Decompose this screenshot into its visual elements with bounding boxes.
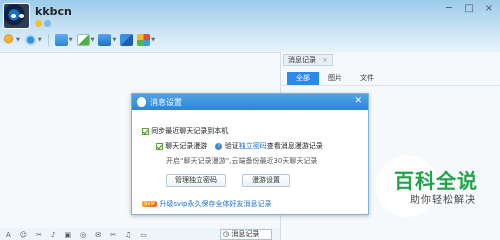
mail-icon[interactable]: ✉	[95, 231, 101, 239]
chevron-down-icon: ▼	[151, 37, 156, 43]
share-screen-button[interactable]: ▼	[98, 34, 116, 46]
contact-name: kkbcn	[35, 5, 72, 18]
message-record-button[interactable]: ◷ 消息记录	[220, 229, 272, 240]
independent-password-link[interactable]: 独立密码	[239, 142, 267, 150]
roaming-description: 开启“聊天记录漫游”,云端备份最近30天聊天记录	[166, 157, 318, 165]
verify-prefix: 验证	[224, 142, 239, 150]
clock-icon: ◷	[223, 230, 230, 238]
status-badges	[35, 20, 51, 27]
qq-penguin-icon	[137, 97, 146, 107]
camera-icon	[23, 34, 37, 46]
video-call-button[interactable]: ▼	[23, 34, 42, 46]
font-icon[interactable]: A	[6, 231, 11, 239]
chat-toolbar: ▼ ▼ ▼ ▼ ▼ ▼	[2, 33, 155, 47]
chevron-down-icon: ▼	[68, 37, 73, 43]
image-icon[interactable]: ▣	[64, 231, 71, 239]
shake-icon[interactable]: ◎	[80, 231, 86, 239]
cut-icon[interactable]: ✂	[110, 231, 116, 239]
roaming-settings-button[interactable]: 漫游设置	[242, 174, 290, 187]
chevron-down-icon: ▼	[37, 37, 42, 43]
roaming-option[interactable]: 聊天记录漫游 i 验证独立密码查看消息漫游记录	[156, 141, 323, 151]
online-badge-icon	[44, 20, 51, 27]
close-button[interactable]: ×	[484, 3, 494, 14]
chevron-down-icon: ▼	[90, 37, 95, 43]
verify-suffix: 查看消息漫游记录	[266, 142, 323, 150]
minimize-button[interactable]: ─	[444, 3, 454, 14]
add-file-icon	[76, 34, 90, 46]
subtab-images[interactable]: 图片	[319, 72, 351, 85]
roaming-label: 聊天记录漫游	[165, 142, 208, 150]
watermark-subtitle: 助你轻松解决	[410, 195, 476, 206]
dialog-title: 消息设置	[150, 97, 182, 107]
apps-icon	[137, 34, 151, 46]
svip-upgrade-link[interactable]: 升级svip永久保存全体好友消息记录	[159, 200, 271, 208]
music-icon[interactable]: ♪	[51, 231, 55, 239]
watermark-title: 百科全说	[394, 169, 478, 193]
chevron-down-icon: ▼	[112, 37, 117, 43]
sync-option[interactable]: 同步最近聊天记录到本机	[142, 126, 228, 136]
scissors-icon[interactable]: ✂	[36, 231, 42, 239]
message-record-label: 消息记录	[231, 230, 260, 238]
voice-call-button[interactable]: ▼	[2, 34, 20, 46]
window-controls: ─ □ ×	[444, 3, 494, 14]
close-icon[interactable]: ✕	[354, 96, 362, 106]
avatar[interactable]	[3, 3, 30, 29]
close-icon[interactable]: ×	[322, 55, 328, 65]
toolbar-divider	[47, 34, 49, 46]
apps-button[interactable]: ▼	[137, 34, 155, 46]
history-filter-tabs: 全部 图片 文件	[281, 72, 500, 86]
emoji-icon[interactable]: ☺	[20, 231, 27, 239]
send-file-button[interactable]: ▼	[54, 34, 73, 46]
maximize-button[interactable]: □	[464, 3, 474, 14]
window-icon[interactable]: ▭	[140, 231, 147, 239]
chevron-down-icon: ▼	[16, 37, 20, 43]
manage-password-button[interactable]: 管理独立密码	[166, 174, 226, 187]
tab-message-history[interactable]: 消息记录 ×	[283, 54, 333, 66]
avatar-eye-right	[19, 14, 24, 18]
create-discussion-button[interactable]: ▼	[76, 34, 95, 46]
roaming-checkbox[interactable]	[156, 142, 163, 150]
dialog-header: 消息设置 ✕	[132, 94, 368, 110]
star-badge-icon	[35, 20, 42, 27]
svip-badge: SVIP	[142, 201, 158, 207]
remote-assist-button[interactable]	[120, 34, 134, 46]
subtab-files[interactable]: 文件	[351, 72, 383, 85]
microphone-icon	[2, 34, 15, 46]
remote-icon	[120, 34, 134, 46]
watermark: 百科全说 助你轻松解决	[376, 155, 500, 217]
tab-label: 消息记录	[288, 56, 316, 64]
avatar-eye-left	[11, 14, 16, 18]
info-icon: i	[215, 142, 223, 150]
sync-label: 同步最近聊天记录到本机	[151, 127, 229, 135]
svip-promo[interactable]: SVIP 升级svip永久保存全体好友消息记录	[142, 199, 272, 209]
voice-icon[interactable]: ♫	[125, 231, 131, 239]
folder-icon	[54, 34, 68, 46]
subtab-all[interactable]: 全部	[287, 72, 319, 85]
screen-share-icon	[98, 34, 112, 46]
sync-checkbox[interactable]	[142, 127, 149, 135]
message-settings-dialog: 消息设置 ✕ 同步最近聊天记录到本机 聊天记录漫游 i 验证独立密码查看消息漫游…	[131, 93, 369, 215]
